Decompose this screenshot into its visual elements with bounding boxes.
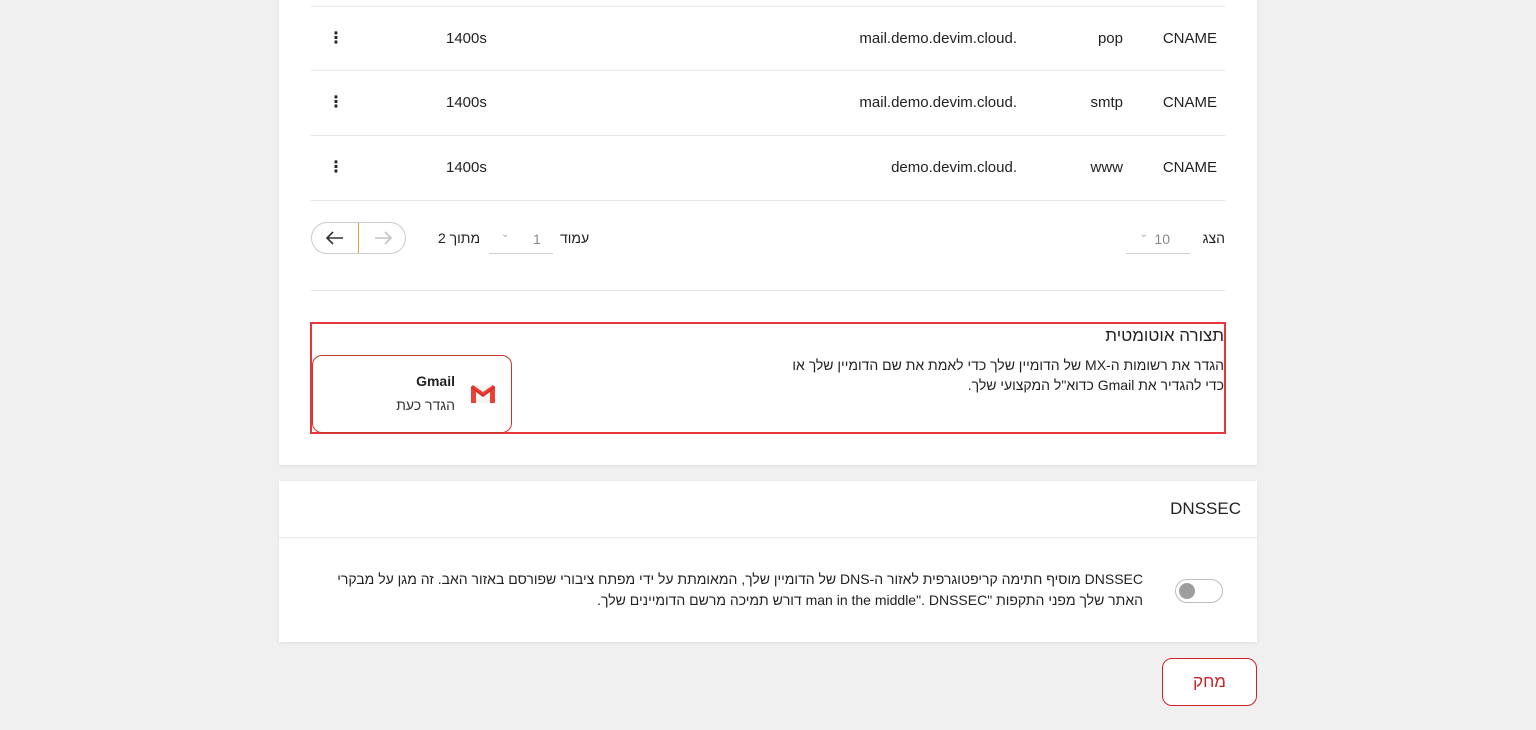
dnssec-description-line: DNSSEC מוסיף חתימה קריפטוגרפית לאזור ה-D… — [337, 571, 1143, 587]
dns-records-card: CNAME pop mail.demo.devim.cloud. 1400s ⋮… — [279, 0, 1257, 465]
page-value: 1 — [533, 231, 541, 247]
record-ttl: 1400s — [446, 30, 487, 47]
record-name: smtp — [1090, 94, 1123, 111]
delete-button[interactable]: מחק — [1162, 658, 1257, 706]
gmail-setup-card[interactable]: Gmail הגדר כעת — [312, 355, 512, 433]
dnssec-divider — [279, 537, 1257, 538]
table-row: CNAME smtp mail.demo.devim.cloud. 1400s … — [311, 71, 1225, 136]
show-label: הצג — [1202, 230, 1225, 246]
record-type: CNAME — [1162, 159, 1217, 176]
record-value: demo.devim.cloud. — [891, 159, 1017, 176]
record-value: mail.demo.devim.cloud. — [859, 94, 1017, 111]
auto-config-description-line: הגדר את רשומות ה-MX של הדומיין שלך כדי ל… — [792, 357, 1224, 373]
record-ttl: 1400s — [446, 159, 487, 176]
gmail-icon — [470, 385, 496, 403]
next-page-button[interactable] — [359, 223, 405, 253]
page-size-value: 10 — [1154, 231, 1170, 247]
section-divider — [311, 290, 1225, 291]
row-menu-icon[interactable]: ⋮ — [328, 7, 344, 71]
auto-config-description: הגדר את רשומות ה-MX של הדומיין שלך כדי ל… — [774, 355, 1224, 395]
auto-config-section: תצורה אוטומטית הגדר את רשומות ה-MX של הד… — [310, 322, 1226, 434]
dnssec-toggle[interactable] — [1175, 579, 1223, 603]
chevron-down-icon: ⌄ — [501, 229, 510, 240]
gmail-title: Gmail — [416, 373, 455, 389]
gmail-setup-action: הגדר כעת — [396, 397, 455, 413]
dnssec-card: DNSSEC DNSSEC מוסיף חתימה קריפטוגרפית לא… — [279, 481, 1257, 642]
chevron-down-icon: ⌄ — [1139, 229, 1148, 240]
row-menu-icon[interactable]: ⋮ — [328, 136, 344, 200]
arrow-left-icon — [326, 231, 343, 245]
record-name: pop — [1097, 30, 1123, 47]
record-ttl: 1400s — [446, 94, 487, 111]
record-name: www — [1090, 159, 1124, 176]
page-label: עמוד — [560, 230, 590, 246]
page-size-select[interactable]: 10 ⌄ — [1126, 218, 1190, 254]
page-nav — [311, 222, 406, 254]
dnssec-title: DNSSEC — [1170, 499, 1241, 518]
dnssec-description: DNSSEC מוסיף חתימה קריפטוגרפית לאזור ה-D… — [323, 569, 1143, 611]
page-count-label: מתוך 2 — [438, 230, 481, 246]
row-menu-icon[interactable]: ⋮ — [328, 71, 344, 135]
record-value: mail.demo.devim.cloud. — [859, 30, 1017, 47]
table-row: CNAME www demo.devim.cloud. 1400s ⋮ — [311, 136, 1225, 201]
pagination-bar: הצג 10 ⌄ עמוד 1 ⌄ מתוך 2 — [311, 216, 1225, 256]
table-row: CNAME pop mail.demo.devim.cloud. 1400s ⋮ — [311, 6, 1225, 71]
previous-page-button[interactable] — [312, 223, 359, 253]
record-type: CNAME — [1162, 94, 1217, 111]
auto-config-description-line: כדי להגדיר את Gmail כדוא"ל המקצועי שלך. — [967, 377, 1224, 393]
toggle-knob — [1179, 583, 1195, 599]
arrow-right-icon — [375, 231, 392, 245]
dnssec-description-line: האתר שלך מפני התקפות "man in the middle"… — [597, 592, 1143, 608]
auto-config-title: תצורה אוטומטית — [1105, 326, 1224, 345]
record-type: CNAME — [1162, 30, 1217, 47]
page-select[interactable]: 1 ⌄ — [489, 218, 553, 254]
